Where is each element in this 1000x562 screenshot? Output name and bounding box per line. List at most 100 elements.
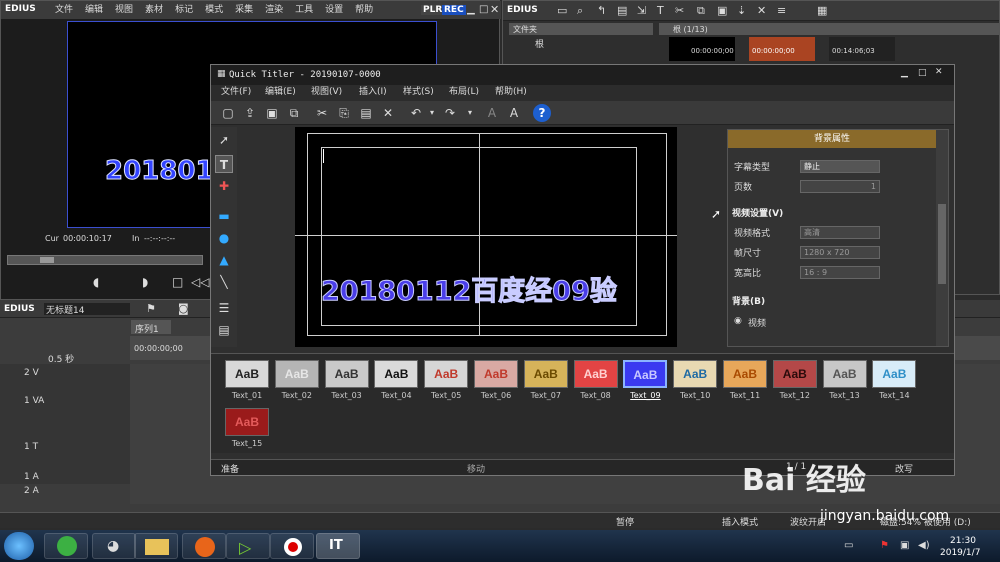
snapshot-icon[interactable]: ◙	[178, 302, 189, 315]
rewind-icon[interactable]: ◁◁	[191, 275, 209, 289]
tray-flag-icon[interactable]: ⚑	[880, 540, 889, 551]
tray-network-icon[interactable]: ▭	[844, 540, 853, 551]
qt-minimize-icon[interactable]: ▁	[901, 68, 908, 78]
style-tile-text-01[interactable]: AaB	[225, 360, 269, 388]
qt-menu-edit[interactable]: 编辑(E)	[259, 85, 302, 99]
tab-sequence-1[interactable]: 序列1	[131, 320, 171, 335]
distribute-tool-icon[interactable]: ▤	[215, 321, 233, 339]
root-folder[interactable]: 根	[535, 37, 544, 50]
menu-edit[interactable]: 编辑	[79, 3, 109, 17]
style-tile-text-10[interactable]: AaB	[673, 360, 718, 388]
menu-marker[interactable]: 标记	[169, 3, 199, 17]
player-scrubber[interactable]	[7, 255, 203, 265]
taskbar-qq-icon[interactable]: ◕	[92, 533, 136, 559]
track-2v[interactable]: 2 V	[24, 368, 39, 378]
clip-thumbnail-1[interactable]: 00:00:00;00	[669, 37, 735, 61]
pages-field[interactable]: 1	[800, 180, 880, 193]
taskbar-explorer-icon[interactable]	[134, 533, 178, 559]
taskbar-browser-icon[interactable]	[44, 533, 88, 559]
menu-view[interactable]: 视图	[109, 3, 139, 17]
canvas-title-text[interactable]: 20180112百度经09验	[321, 269, 618, 308]
style-tile-text-06[interactable]: AaB	[474, 360, 518, 388]
properties-icon[interactable]: ≡	[777, 4, 786, 17]
style-tile-text-08[interactable]: AaB	[573, 360, 618, 388]
taskbar-edius-icon[interactable]: IT	[316, 533, 360, 559]
up-folder-icon[interactable]: ↰	[597, 4, 606, 17]
taskbar-media-icon[interactable]: ▷	[226, 533, 270, 559]
paste-icon[interactable]: ▣	[717, 4, 727, 17]
line-tool-icon[interactable]: ╲	[215, 273, 233, 291]
properties-scroll-thumb[interactable]	[938, 204, 946, 284]
open-icon[interactable]: ▤	[617, 4, 627, 17]
menu-capture[interactable]: 采集	[229, 3, 259, 17]
qt-maximize-icon[interactable]: □	[918, 68, 927, 78]
mark-in-icon[interactable]: ◖	[93, 275, 99, 289]
delete-text-icon[interactable]: ✕	[379, 104, 397, 122]
track-1a[interactable]: 1 A	[24, 472, 39, 482]
align-tool-icon[interactable]: ☰	[215, 299, 233, 317]
aspect-ratio-select[interactable]: 16 : 9	[800, 266, 880, 279]
new-sequence-icon[interactable]: ⚑	[146, 302, 156, 315]
maximize-icon[interactable]: □	[479, 4, 488, 15]
video-format-select[interactable]: 高清	[800, 226, 880, 239]
style-tile-text-03[interactable]: AaB	[324, 360, 369, 388]
tray-monitor-icon[interactable]: ▣	[900, 540, 909, 551]
cut-icon[interactable]: ✂	[675, 4, 684, 17]
menu-mode[interactable]: 模式	[199, 3, 229, 17]
qt-menu-layout[interactable]: 布局(L)	[443, 85, 485, 99]
help-icon[interactable]: ?	[533, 104, 551, 122]
cut-text-icon[interactable]: ✂	[313, 104, 331, 122]
track-1va[interactable]: 1 VA	[24, 396, 44, 406]
copy-text-icon[interactable]: ⎘	[335, 104, 353, 122]
new-icon[interactable]: ▢	[219, 104, 237, 122]
background-section[interactable]: 背景(B)	[732, 294, 765, 307]
text-effect-icon[interactable]: A	[505, 104, 523, 122]
track-2a[interactable]: 2 A	[24, 486, 39, 496]
menu-render[interactable]: 渲染	[259, 3, 289, 17]
style-tile-text-04[interactable]: AaB	[374, 360, 419, 388]
video-settings-section[interactable]: 视频设置(V)	[732, 206, 783, 219]
clip-thumbnail-2[interactable]: 00:00:00;00	[749, 37, 815, 61]
style-tile-text-05[interactable]: AaB	[424, 360, 469, 388]
delete-icon[interactable]: ✕	[757, 4, 766, 17]
menu-clip[interactable]: 素材	[139, 3, 169, 17]
rec-mode-button[interactable]: REC	[442, 5, 466, 15]
subtitle-type-select[interactable]: 静止	[800, 160, 880, 173]
save-icon[interactable]: ▣	[263, 104, 281, 122]
minimize-icon[interactable]: ▁	[467, 4, 475, 15]
qt-menu-help[interactable]: 帮助(H)	[489, 85, 533, 99]
stop-icon[interactable]: □	[172, 275, 183, 289]
save-as-icon[interactable]: ⧉	[285, 104, 303, 122]
clock-date[interactable]: 2019/1/7	[940, 548, 980, 558]
menu-settings[interactable]: 设置	[319, 3, 349, 17]
scrubber-handle[interactable]	[40, 257, 54, 263]
style-tile-text-12[interactable]: AaB	[772, 360, 817, 388]
redo-dropdown-icon[interactable]: ▾	[461, 104, 479, 122]
plr-mode-button[interactable]: PLR	[421, 5, 445, 15]
bg-video-radio-icon[interactable]: ◉	[734, 316, 742, 326]
style-tile-text-09[interactable]: AaB	[623, 360, 668, 388]
track-1t[interactable]: 1 T	[24, 442, 38, 452]
qt-close-icon[interactable]: ✕	[935, 67, 943, 77]
close-icon[interactable]: ✕	[490, 3, 499, 16]
folder-icon[interactable]: ▭	[557, 4, 567, 17]
text-tool-icon[interactable]: T	[215, 155, 233, 173]
menu-file[interactable]: 文件	[49, 3, 79, 17]
start-button[interactable]	[4, 532, 34, 560]
text-style-icon[interactable]: A	[483, 104, 501, 122]
style-tile-text-15[interactable]: AaB	[225, 408, 269, 436]
ellipse-tool-icon[interactable]: ●	[215, 229, 233, 247]
style-tile-text-14[interactable]: AaB	[872, 360, 917, 388]
qt-menu-insert[interactable]: 插入(I)	[353, 85, 393, 99]
select-tool-icon[interactable]: ➚	[215, 131, 233, 149]
qt-menu-file[interactable]: 文件(F)	[215, 85, 257, 99]
style-tile-text-02[interactable]: AaB	[274, 360, 319, 388]
title-canvas[interactable]: 20180112百度经09验	[295, 127, 677, 347]
qt-menu-style[interactable]: 样式(S)	[397, 85, 440, 99]
clip-thumbnail-3[interactable]: 00:14:06;03	[829, 37, 895, 61]
properties-scrollbar[interactable]	[936, 130, 948, 346]
title-icon[interactable]: T	[657, 4, 664, 17]
triangle-tool-icon[interactable]: ▲	[215, 251, 233, 269]
frame-size-select[interactable]: 1280 x 720	[800, 246, 880, 259]
menu-help[interactable]: 帮助	[349, 3, 379, 17]
